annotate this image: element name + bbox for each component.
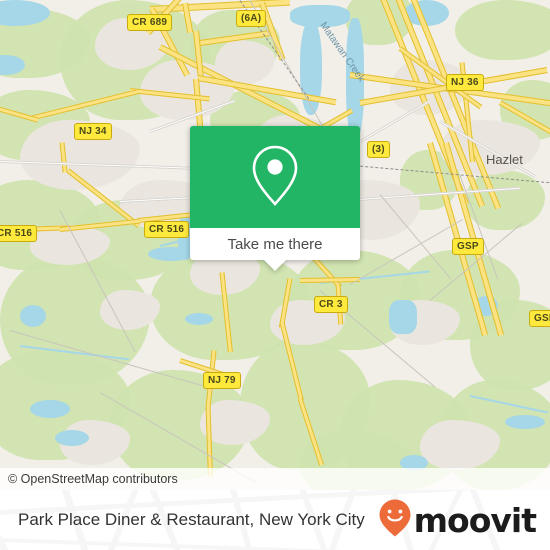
- moovit-wordmark: moovit: [413, 500, 537, 540]
- woodland-patch: [455, 0, 550, 60]
- road-shield-gsp-north: GSP: [452, 238, 484, 255]
- road-shield-nj-34: NJ 34: [74, 123, 112, 140]
- footer-bar: Park Place Diner & Restaurant, New York …: [0, 490, 550, 550]
- road-shield-gsp-south: GSP: [529, 310, 550, 327]
- water-body: [505, 415, 545, 429]
- take-me-there-label: Take me there: [227, 235, 323, 253]
- page-title: Park Place Diner & Restaurant, New York …: [18, 490, 365, 550]
- water-body: [20, 305, 46, 327]
- road-shield-6a: (6A): [236, 10, 267, 27]
- water-body: [185, 313, 213, 325]
- map-screen: Matawan Creek Hazlet CR 689 (6A) NJ 36 N…: [0, 0, 550, 550]
- moovit-smiley-pin-icon: [378, 498, 412, 543]
- water-body: [55, 430, 89, 446]
- destination-popup[interactable]: Take me there: [190, 126, 360, 271]
- road-shield-cr-3: CR 3: [314, 296, 348, 313]
- page-title-label: Park Place Diner & Restaurant, New York …: [18, 510, 365, 529]
- map-attribution[interactable]: © OpenStreetMap contributors: [0, 468, 550, 490]
- water-body: [30, 400, 70, 418]
- moovit-logo[interactable]: moovit: [378, 490, 537, 550]
- take-me-there-button[interactable]: Take me there: [190, 228, 360, 260]
- road-shield-nj-79: NJ 79: [203, 372, 241, 389]
- popup-pin-area: [190, 126, 360, 228]
- road-shield-nj-36: NJ 36: [446, 74, 484, 91]
- road-shield-3: (3): [367, 141, 390, 158]
- popup-pointer: [264, 260, 286, 271]
- attribution-label: © OpenStreetMap contributors: [8, 472, 178, 486]
- map-pin-icon: [247, 142, 303, 213]
- road-shield-cr-516-east: CR 516: [144, 221, 190, 238]
- map-label-hazlet: Hazlet: [486, 152, 523, 167]
- map-canvas[interactable]: Matawan Creek Hazlet CR 689 (6A) NJ 36 N…: [0, 0, 550, 490]
- road-shield-cr-689: CR 689: [127, 14, 173, 31]
- water-body: [389, 300, 417, 334]
- road-shield-cr-516-west: CR 516: [0, 225, 38, 242]
